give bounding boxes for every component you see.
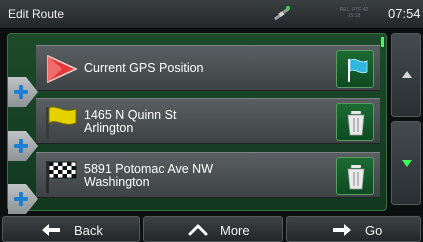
status-bar: Edit Route REL. FTF 42 15:18 07:54: [0, 0, 423, 29]
more-label: More: [220, 223, 250, 238]
route-item-destination[interactable]: 5891 Potomac Ave NW Washington: [36, 152, 380, 198]
trash-icon: [347, 165, 365, 190]
back-label: Back: [74, 223, 103, 238]
waypoint-flag-icon: [46, 106, 77, 139]
plus-icon: [13, 138, 29, 154]
more-button[interactable]: More: [143, 216, 283, 242]
start-flag-icon: [47, 54, 78, 84]
route-list: Current GPS Position 1465 N Quinn St Arl…: [7, 33, 387, 214]
scroll-down-button[interactable]: [391, 121, 421, 205]
go-label: Go: [365, 223, 383, 238]
set-start-button[interactable]: [336, 50, 374, 88]
scroll-position-indicator: [381, 37, 384, 47]
route-item-label: 5891 Potomac Ave NW Washington: [84, 163, 213, 189]
plus-icon: [13, 191, 29, 207]
chevron-up-icon: [188, 224, 208, 236]
route-item-waypoint[interactable]: 1465 N Quinn St Arlington: [36, 98, 380, 144]
go-button[interactable]: Go: [286, 216, 421, 242]
arrow-right-icon: [333, 224, 351, 236]
plus-icon: [13, 84, 29, 100]
gps-status-value: REL. FTF 42 15:18: [339, 7, 369, 19]
set-start-flag-icon: [348, 58, 368, 82]
route-item-label: Current GPS Position: [84, 62, 204, 75]
route-item-current-position[interactable]: Current GPS Position: [36, 45, 380, 91]
arrow-down-icon: [402, 160, 412, 167]
remove-waypoint-button[interactable]: [336, 103, 374, 141]
route-item-label: 1465 N Quinn St Arlington: [84, 109, 176, 135]
route-item-line2: Washington: [84, 175, 150, 189]
insert-waypoint-button[interactable]: [8, 184, 38, 214]
page-title: Edit Route: [8, 7, 65, 21]
insert-waypoint-button[interactable]: [8, 131, 38, 161]
route-item-line2: Arlington: [84, 121, 134, 135]
clock: 07:54: [388, 6, 421, 21]
route-item-line1: Current GPS Position: [84, 61, 204, 75]
insert-waypoint-button[interactable]: [8, 77, 38, 107]
arrow-left-icon: [42, 224, 60, 236]
satellite-icon: [273, 6, 290, 21]
gps-status-text: REL. FTF 42 15:18: [333, 7, 375, 21]
arrow-up-icon: [402, 71, 412, 78]
checkered-flag-icon: [46, 161, 77, 193]
scroll-up-button[interactable]: [391, 33, 421, 117]
back-button[interactable]: Back: [2, 216, 140, 242]
trash-icon: [347, 111, 365, 136]
remove-destination-button[interactable]: [336, 157, 374, 195]
